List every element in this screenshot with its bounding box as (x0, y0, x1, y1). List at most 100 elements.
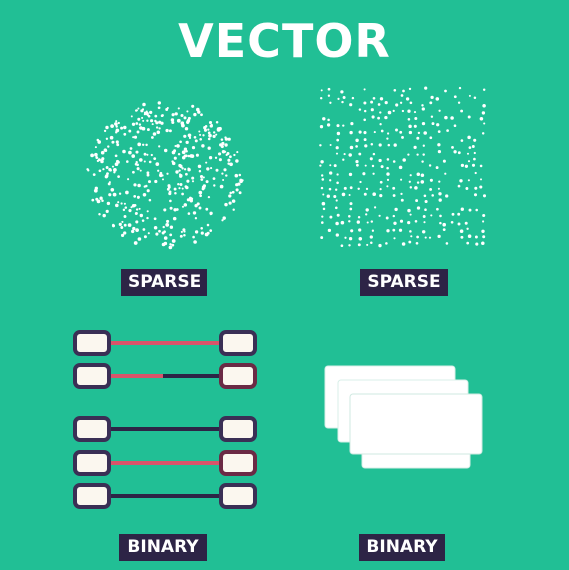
dot (319, 96, 323, 100)
dot (429, 101, 433, 105)
dot (115, 128, 118, 131)
dot (401, 135, 404, 139)
dot (342, 124, 345, 127)
dot (349, 145, 354, 150)
dot (132, 136, 135, 139)
dot (171, 243, 175, 247)
dot (341, 192, 346, 197)
dot (481, 241, 485, 245)
dot (363, 118, 366, 122)
dot (435, 97, 440, 101)
dot (120, 126, 124, 130)
dot (408, 87, 412, 91)
dot (224, 143, 228, 147)
dot (207, 146, 211, 150)
dot (181, 167, 184, 170)
dot (464, 221, 468, 225)
dot (146, 173, 150, 177)
dot (387, 143, 391, 147)
dot (169, 206, 173, 210)
dot (386, 172, 390, 176)
dot (86, 168, 89, 171)
dot (142, 102, 146, 107)
dot (228, 201, 232, 205)
dot (115, 203, 119, 208)
dot (468, 208, 472, 212)
dot (225, 174, 228, 177)
dot (158, 145, 161, 148)
dot (369, 157, 373, 161)
dot (155, 126, 159, 129)
dot (372, 192, 376, 196)
dot (386, 137, 389, 140)
dot (157, 101, 162, 105)
dot (481, 132, 485, 135)
dot (108, 193, 112, 197)
dot (134, 162, 138, 166)
dot (205, 161, 208, 164)
node-pair-2 (73, 363, 257, 389)
dot (482, 104, 486, 108)
dot (409, 213, 412, 216)
dot (236, 151, 239, 154)
dot (161, 242, 166, 247)
dot (482, 194, 487, 198)
dot (169, 233, 173, 237)
dot (120, 202, 123, 205)
dot (228, 194, 232, 198)
dot (166, 172, 169, 175)
dot (137, 237, 142, 241)
dot (173, 156, 177, 160)
dot (99, 196, 103, 200)
dot (410, 235, 413, 238)
dot (481, 111, 486, 115)
dot (161, 174, 164, 177)
dot (214, 156, 218, 159)
dot (187, 154, 191, 158)
dot (398, 165, 403, 170)
dot (114, 154, 118, 158)
dot (163, 208, 167, 212)
dot (333, 194, 337, 199)
dot (184, 126, 189, 131)
dot (100, 150, 105, 155)
dot (179, 174, 183, 178)
dot (437, 143, 441, 147)
dot (138, 158, 143, 162)
dot (199, 133, 202, 136)
dot (356, 220, 360, 224)
dot (116, 143, 120, 147)
dot (365, 208, 369, 212)
dot (364, 164, 367, 167)
dot (480, 178, 482, 181)
dot (153, 217, 157, 221)
dot (373, 206, 377, 209)
dot (106, 201, 111, 206)
dot (146, 216, 149, 220)
dot (402, 89, 405, 93)
dot (378, 143, 382, 147)
dot (106, 172, 109, 175)
dot (109, 168, 112, 172)
dot (156, 130, 161, 135)
dot (349, 186, 353, 190)
dot (224, 137, 229, 141)
dot (115, 140, 119, 144)
dot (173, 187, 177, 191)
dot (333, 164, 337, 168)
dot (141, 143, 145, 147)
dot (430, 95, 434, 100)
dot (471, 145, 475, 148)
dot (482, 220, 485, 223)
dot (464, 164, 469, 168)
dot (335, 146, 339, 150)
dot (176, 144, 180, 148)
dot (210, 167, 213, 170)
dot (450, 220, 454, 224)
dot (370, 241, 373, 245)
dot (387, 110, 392, 115)
dot (127, 223, 132, 227)
dot (399, 219, 404, 223)
dot (123, 132, 127, 136)
dot (400, 94, 404, 97)
